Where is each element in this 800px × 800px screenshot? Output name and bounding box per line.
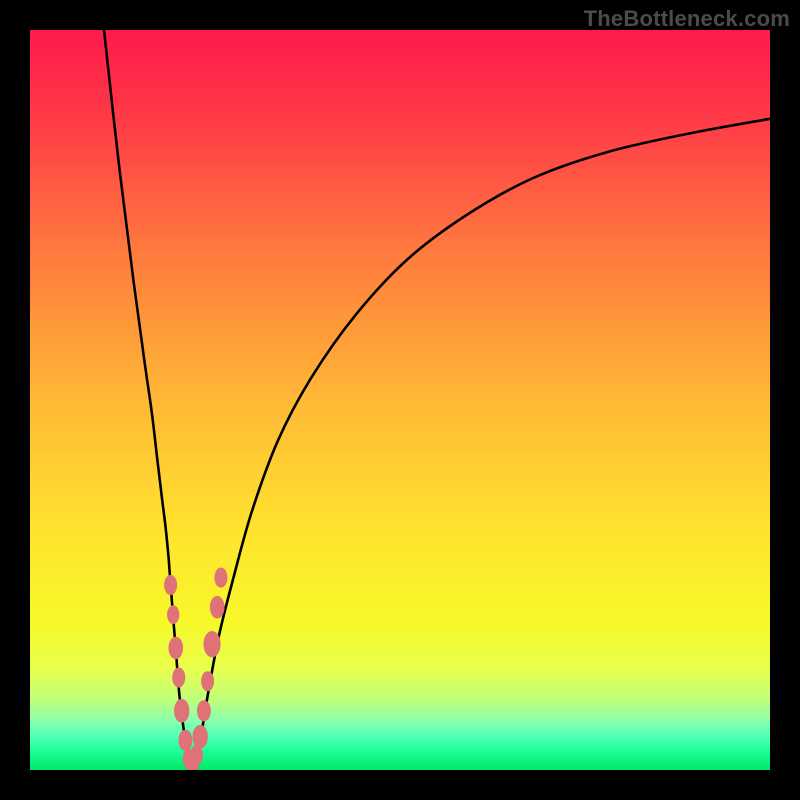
marker-dot	[167, 605, 179, 624]
chart-frame: TheBottleneck.com	[0, 0, 800, 800]
marker-dot	[210, 596, 225, 619]
watermark-text: TheBottleneck.com	[584, 6, 790, 32]
marker-dot	[172, 667, 185, 687]
marker-dot	[201, 671, 214, 691]
marker-dot	[178, 730, 192, 751]
marker-dot	[193, 725, 208, 749]
marker-dot	[164, 575, 177, 595]
curve-layer	[30, 30, 770, 770]
bottleneck-curve	[104, 30, 770, 765]
marker-group	[164, 568, 227, 770]
marker-dot	[214, 568, 227, 588]
marker-dot	[174, 699, 189, 723]
plot-area	[30, 30, 770, 770]
marker-dot	[203, 631, 220, 657]
marker-dot	[168, 637, 183, 660]
marker-dot	[197, 700, 211, 721]
